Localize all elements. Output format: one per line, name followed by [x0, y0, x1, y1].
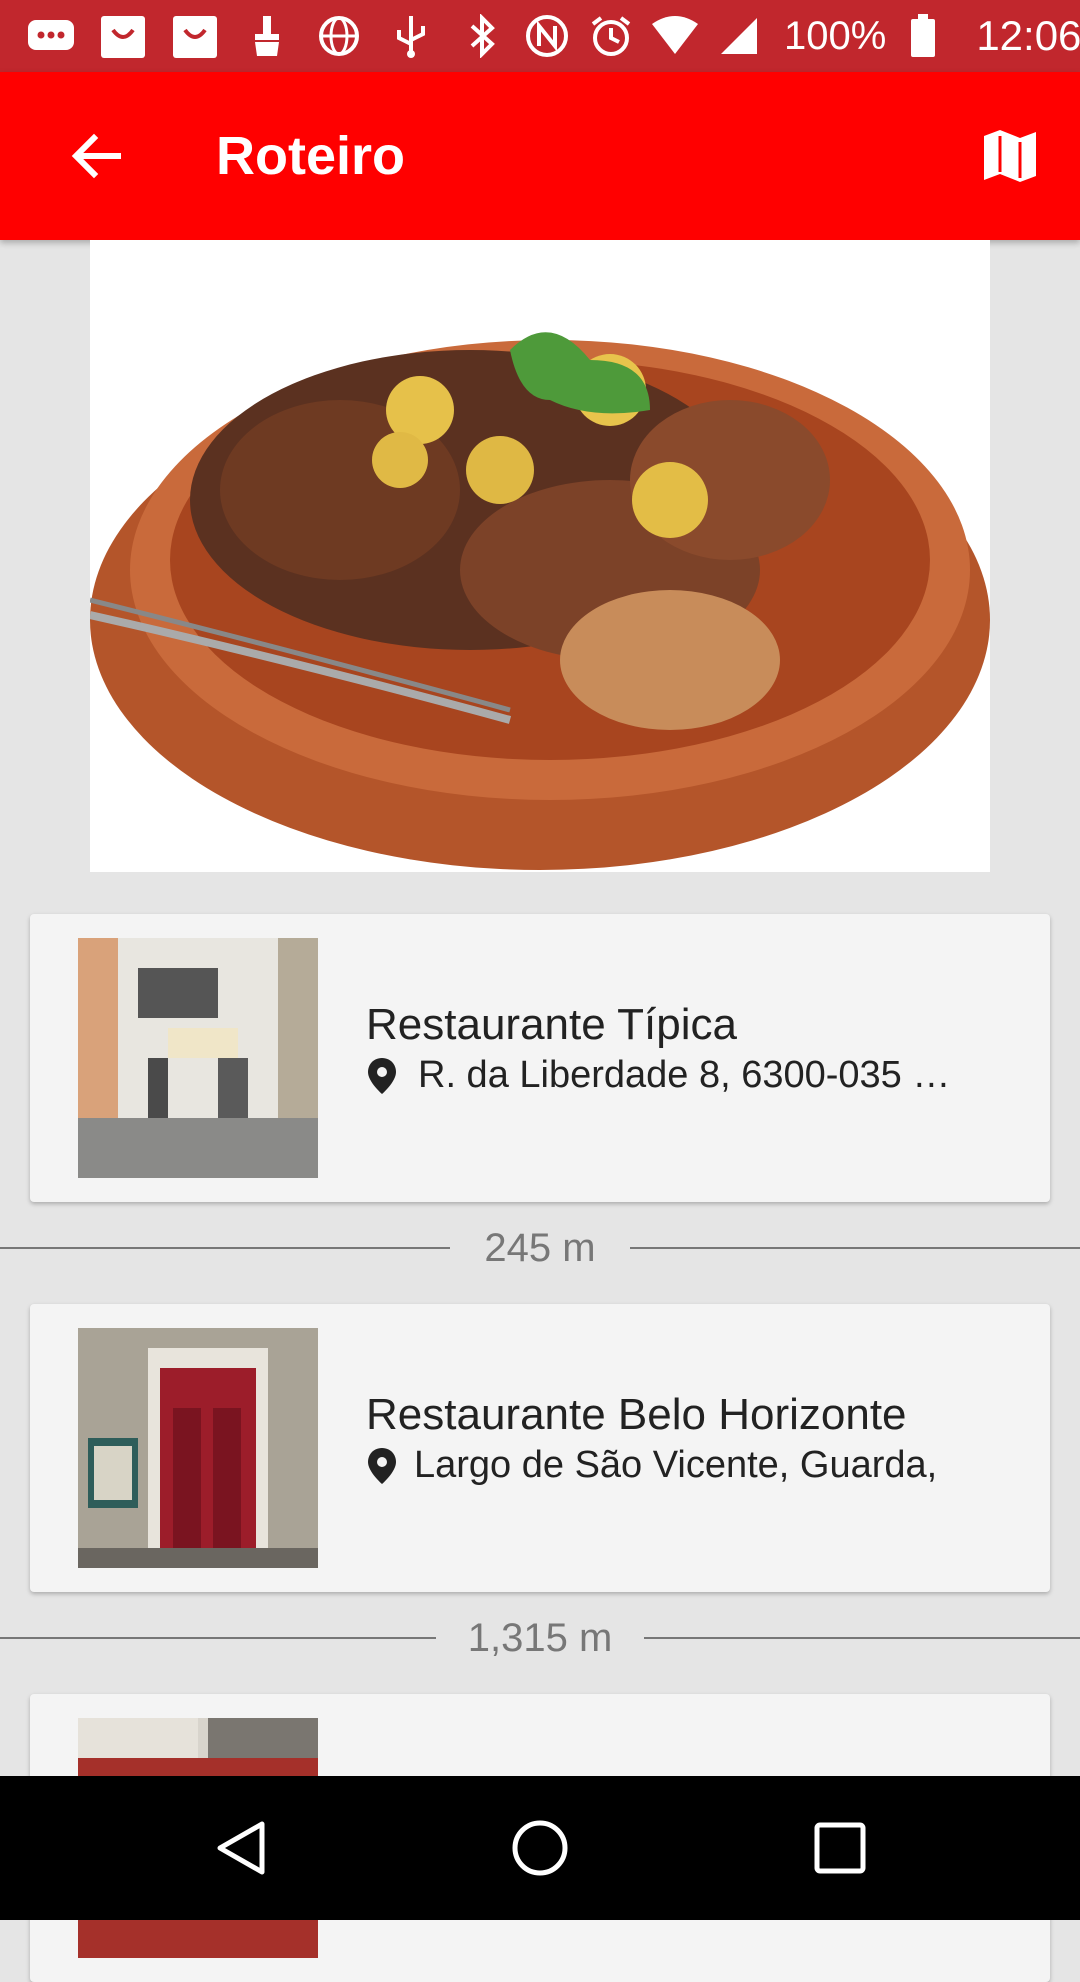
back-button[interactable] [64, 124, 128, 188]
bluetooth-icon [458, 11, 508, 61]
distance-label: 1,315 m [0, 1616, 1080, 1661]
nav-recents-icon [814, 1822, 866, 1874]
place-card[interactable]: Restaurante Típica R. da Liberdade 8, 63… [30, 914, 1050, 1202]
bag-icon [98, 11, 148, 61]
map-button[interactable] [974, 120, 1046, 192]
wifi-icon [650, 11, 700, 61]
place-name: Restaurante Belo Horizonte [366, 1390, 907, 1439]
nav-home-button[interactable] [504, 1812, 576, 1884]
bag-icon [170, 11, 220, 61]
message-icon [26, 11, 76, 61]
hero-image [90, 240, 990, 872]
distance-value: 245 m [454, 1226, 626, 1270]
place-thumbnail [78, 1328, 318, 1568]
usb-icon [386, 11, 436, 61]
map-icon [984, 130, 1036, 182]
arrow-back-icon [71, 133, 121, 179]
distance-label: 245 m [0, 1226, 1080, 1271]
nav-recents-button[interactable] [804, 1812, 876, 1884]
globe-icon [314, 11, 364, 61]
clock: 12:06 [976, 12, 1080, 59]
place-card[interactable]: Restaurante Belo Horizonte Largo de São … [30, 1304, 1050, 1592]
page-title: Roteiro [216, 126, 405, 186]
nav-home-icon [512, 1820, 568, 1876]
place-address-text: Largo de São Vicente, Guarda, [414, 1444, 938, 1486]
distance-value: 1,315 m [437, 1616, 643, 1660]
navigation-bar [0, 1776, 1080, 1920]
place-address-text: R. da Liberdade 8, 6300-035 … [418, 1054, 951, 1096]
nav-back-button[interactable] [206, 1812, 278, 1884]
nav-back-icon [217, 1821, 265, 1875]
alarm-icon [586, 11, 636, 61]
restaurant-tipica-photo [78, 938, 318, 1178]
location-pin-icon [366, 1056, 398, 1096]
nfc-icon [522, 11, 572, 61]
status-left-icons [26, 11, 458, 61]
app-bar: Roteiro [0, 72, 1080, 240]
status-right-icons: 100% 12:06 [458, 11, 1080, 61]
roast-meat-dish-photo [90, 240, 990, 872]
cleaner-icon [242, 11, 292, 61]
place-address: Largo de São Vicente, Guarda, [366, 1444, 1016, 1487]
place-address: R. da Liberdade 8, 6300-035 … [366, 1054, 1016, 1097]
status-bar: 100% 12:06 [0, 0, 1080, 72]
distance-separator: 245 m [0, 1218, 1080, 1278]
restaurant-belo-horizonte-photo [78, 1328, 318, 1568]
battery-percent: 100% [784, 13, 887, 58]
battery-icon [898, 11, 948, 61]
place-thumbnail [78, 938, 318, 1178]
signal-icon [714, 11, 764, 61]
distance-separator: 1,315 m [0, 1608, 1080, 1668]
place-name: Restaurante Típica [366, 1000, 737, 1049]
location-pin-icon [366, 1446, 398, 1486]
